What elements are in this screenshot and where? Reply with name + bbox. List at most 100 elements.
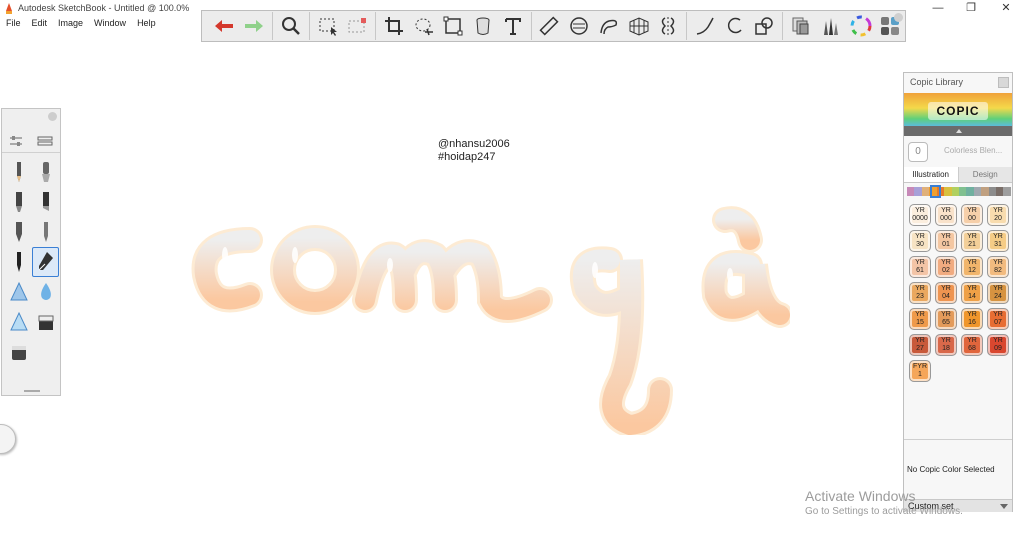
swatch-family-code: YR — [915, 233, 925, 240]
copic-swatch[interactable]: YR 07 — [987, 308, 1009, 330]
toolbar-grip[interactable] — [202, 11, 210, 41]
copic-swatch[interactable]: YR 16 — [961, 308, 983, 330]
credit-handle: @nhansu2006 — [438, 138, 510, 150]
minimize-button[interactable]: — — [924, 1, 952, 15]
ink-brush[interactable] — [5, 247, 32, 277]
symmetry-button[interactable] — [656, 12, 682, 40]
swatch-family-code: YR — [967, 207, 977, 214]
text-button[interactable] — [500, 12, 526, 40]
color-editor-button[interactable] — [848, 12, 874, 40]
copic-swatch[interactable]: YR 61 — [909, 256, 931, 278]
copic-swatch[interactable]: YR 14 — [961, 282, 983, 304]
restore-button[interactable]: ❐ — [957, 1, 985, 15]
copic-swatch[interactable]: YR 01 — [935, 230, 957, 252]
color-family-strip[interactable] — [907, 187, 1011, 196]
color-family-segment[interactable] — [973, 187, 982, 196]
redo-button[interactable] — [241, 12, 267, 40]
marker-brush[interactable] — [5, 187, 32, 217]
pen-brush[interactable] — [5, 217, 32, 247]
toolbar-close-icon[interactable] — [894, 13, 903, 22]
hard-eraser-brush[interactable] — [5, 337, 32, 367]
fill-button[interactable] — [470, 12, 496, 40]
menu-edit[interactable]: Edit — [26, 17, 53, 32]
crop-button[interactable] — [381, 12, 407, 40]
lasso-button[interactable] — [411, 12, 437, 40]
copic-swatch[interactable]: YR 02 — [935, 256, 957, 278]
close-button[interactable]: ✕ — [992, 1, 1020, 15]
color-family-segment[interactable] — [921, 187, 930, 196]
smudge-brush[interactable] — [5, 307, 32, 337]
swatch-family-code: YR — [993, 259, 1003, 266]
copic-swatch[interactable]: YR 30 — [909, 230, 931, 252]
airbrush-brush[interactable] — [32, 157, 59, 187]
copic-swatch[interactable]: YR 31 — [987, 230, 1009, 252]
copic-swatch[interactable]: YR 65 — [935, 308, 957, 330]
color-family-segment[interactable] — [958, 187, 967, 196]
color-family-segment[interactable] — [981, 187, 989, 196]
select-button[interactable] — [315, 12, 341, 40]
copic-swatch[interactable]: YR 23 — [909, 282, 931, 304]
tab-design[interactable]: Design — [957, 167, 1012, 182]
ellipse-guide-button[interactable] — [566, 12, 592, 40]
triangle-brush[interactable] — [5, 277, 32, 307]
copic-swatch[interactable]: YR 21 — [961, 230, 983, 252]
color-family-segment[interactable] — [966, 187, 974, 196]
undo-button[interactable] — [212, 12, 238, 40]
color-family-segment[interactable] — [951, 187, 959, 196]
copic-swatch[interactable]: YR 20 — [987, 204, 1009, 226]
copic-close-icon[interactable] — [998, 77, 1009, 88]
distort-button[interactable] — [441, 12, 467, 40]
color-family-segment[interactable] — [914, 187, 922, 196]
copic-swatch[interactable]: YR 68 — [961, 334, 983, 356]
perspective-button[interactable] — [626, 12, 652, 40]
palette-resize-grip[interactable] — [24, 390, 40, 392]
brush-properties-icon[interactable] — [9, 135, 23, 147]
lagoon-menu-button[interactable] — [0, 424, 16, 454]
layer-editor-button[interactable] — [788, 12, 814, 40]
brush-library-icon[interactable] — [37, 135, 53, 147]
copic-swatch[interactable]: YR 24 — [987, 282, 1009, 304]
menu-image[interactable]: Image — [52, 17, 88, 32]
collapse-arrow-icon[interactable] — [956, 129, 962, 133]
palette-close-icon[interactable] — [48, 112, 57, 121]
copic-swatch[interactable]: YR 04 — [935, 282, 957, 304]
color-family-segment[interactable] — [907, 187, 915, 196]
copic-swatch[interactable]: FYR 1 — [909, 360, 931, 382]
brush-palette — [1, 108, 61, 396]
circle-button[interactable] — [722, 12, 748, 40]
blur-brush[interactable] — [32, 277, 59, 307]
copic-swatch[interactable]: YR 27 — [909, 334, 931, 356]
french-curve-button[interactable] — [596, 12, 622, 40]
menu-help[interactable]: Help — [131, 17, 161, 32]
zoom-button[interactable] — [278, 12, 304, 40]
shape-button[interactable] — [752, 12, 778, 40]
brush-library-button[interactable] — [818, 12, 844, 40]
copic-swatch[interactable]: YR 12 — [961, 256, 983, 278]
color-family-segment[interactable] — [996, 187, 1004, 196]
color-family-segment[interactable] — [988, 187, 997, 196]
copic-swatch[interactable]: YR 000 — [935, 204, 957, 226]
menu-window[interactable]: Window — [88, 17, 131, 32]
eraser-brush[interactable] — [32, 307, 59, 337]
stroke-button[interactable] — [692, 12, 718, 40]
copic-swatch[interactable]: YR 82 — [987, 256, 1009, 278]
copic-swatch[interactable]: YR 15 — [909, 308, 931, 330]
copic-swatch[interactable]: YR 18 — [935, 334, 957, 356]
menu-file[interactable]: File — [0, 17, 26, 32]
toolbar-separator — [272, 12, 274, 40]
ruler-button[interactable] — [537, 12, 563, 40]
copic-swatch[interactable]: YR 0000 — [909, 204, 931, 226]
sketchbook-app-icon — [6, 3, 12, 14]
transform-select-button[interactable] — [344, 12, 370, 40]
swatch-family-code: FYR — [913, 363, 927, 370]
pencil-brush[interactable] — [5, 157, 32, 187]
color-family-segment[interactable] — [944, 187, 952, 196]
copic-swatch[interactable]: YR 00 — [961, 204, 983, 226]
colorless-blender-swatch[interactable]: 0 — [908, 142, 928, 162]
copic-swatch[interactable]: YR 09 — [987, 334, 1009, 356]
calligraphy-brush[interactable] — [32, 247, 59, 277]
tab-illustration[interactable]: Illustration — [904, 167, 958, 182]
color-family-segment[interactable] — [1003, 187, 1011, 196]
fineliner-brush[interactable] — [32, 217, 59, 247]
chisel-brush[interactable] — [32, 187, 59, 217]
